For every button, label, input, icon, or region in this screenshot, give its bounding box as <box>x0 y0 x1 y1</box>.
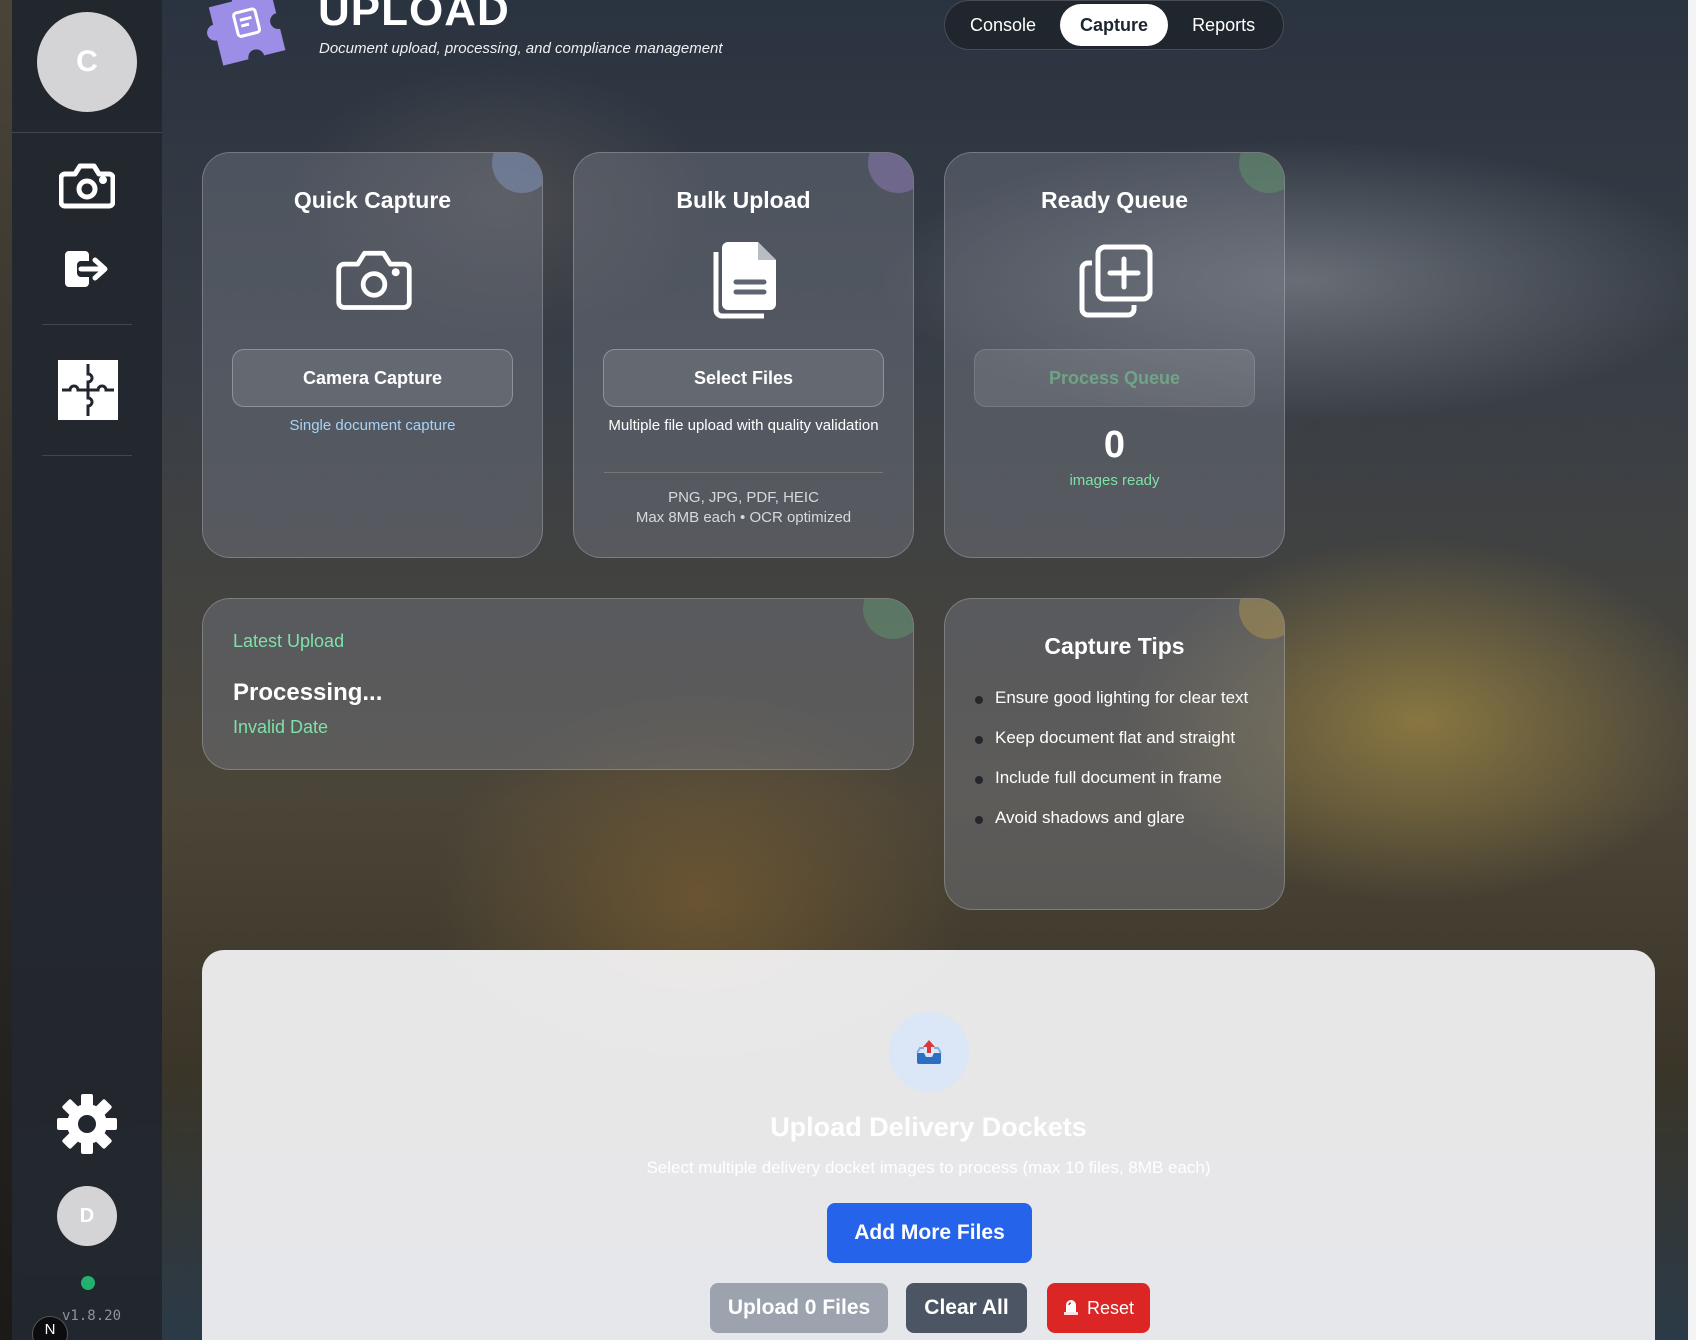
ready-queue-card: Ready Queue Process Queue 0 images ready <box>944 152 1285 558</box>
card-description: Multiple file upload with quality valida… <box>608 417 879 434</box>
latest-upload-status: Processing... <box>233 679 383 706</box>
camera-capture-button[interactable]: Camera Capture <box>232 349 513 407</box>
page-title: UPLOAD <box>318 0 510 35</box>
puzzle-icon[interactable] <box>57 359 119 421</box>
logout-icon[interactable] <box>59 244 115 294</box>
card-title: Bulk Upload <box>676 187 811 213</box>
capture-tips-card: Capture Tips Ensure good lighting for cl… <box>944 598 1285 910</box>
tips-list: Ensure good lighting for clear text Keep… <box>975 685 1264 845</box>
account-avatar[interactable]: C <box>37 12 137 112</box>
add-to-queue-icon <box>1076 241 1156 326</box>
background-right-edge <box>1688 0 1696 1340</box>
camera-icon <box>336 245 412 318</box>
card-description: Single document capture <box>289 417 456 434</box>
clear-all-button[interactable]: Clear All <box>906 1283 1027 1333</box>
files-icon <box>708 238 782 325</box>
upload-dropzone[interactable]: Upload Delivery Dockets Select multiple … <box>202 950 1655 1340</box>
card-title: Quick Capture <box>293 187 452 213</box>
select-files-button[interactable]: Select Files <box>603 349 884 407</box>
view-tabs: Console Capture Reports <box>944 0 1284 50</box>
upload-files-button[interactable]: Upload 0 Files <box>710 1283 888 1333</box>
card-divider <box>604 472 883 473</box>
user-avatar[interactable]: D <box>57 1186 117 1246</box>
list-item: Include full document in frame <box>975 765 1264 790</box>
tab-capture[interactable]: Capture <box>1060 4 1169 46</box>
card-decoration <box>863 599 913 639</box>
supported-formats: PNG, JPG, PDF, HEIC <box>668 489 819 506</box>
latest-upload-date: Invalid Date <box>233 717 329 737</box>
inbox-tray-icon <box>889 1012 969 1092</box>
siren-icon <box>1063 1297 1079 1320</box>
file-limits: Max 8MB each • OCR optimized <box>635 509 852 526</box>
tab-console[interactable]: Console <box>950 4 1056 46</box>
list-item: Ensure good lighting for clear text <box>975 685 1264 710</box>
sidebar-divider <box>42 455 132 456</box>
process-queue-button[interactable]: Process Queue <box>974 349 1255 407</box>
page-subtitle: Document upload, processing, and complia… <box>319 40 723 57</box>
quick-capture-card: Quick Capture Camera Capture Single docu… <box>202 152 543 558</box>
card-title: Ready Queue <box>1041 187 1188 213</box>
gear-icon[interactable] <box>55 1092 119 1156</box>
puzzle-logo-icon <box>205 0 295 71</box>
list-item: Keep document flat and straight <box>975 725 1264 750</box>
upload-subtitle: Select multiple delivery docket images t… <box>646 1158 1211 1177</box>
queue-count-label: images ready <box>1069 472 1160 489</box>
camera-icon[interactable] <box>55 157 119 213</box>
upload-title: Upload Delivery Dockets <box>770 1112 1087 1142</box>
sidebar-divider <box>12 132 162 133</box>
tab-reports[interactable]: Reports <box>1172 4 1275 46</box>
reset-button[interactable]: Reset <box>1047 1283 1150 1333</box>
queue-count: 0 <box>1103 424 1126 466</box>
sidebar-divider <box>42 324 132 325</box>
reset-label: Reset <box>1086 1297 1135 1318</box>
online-status-dot <box>81 1276 95 1290</box>
sidebar: C D v1.8.20 <box>12 0 162 1340</box>
app-version: v1.8.20 <box>62 1308 122 1324</box>
card-title: Capture Tips <box>1044 633 1185 659</box>
latest-upload-card: Latest Upload Processing... Invalid Date <box>202 598 914 770</box>
add-more-files-button[interactable]: Add More Files <box>827 1203 1032 1263</box>
latest-upload-label: Latest Upload <box>233 631 345 651</box>
list-item: Avoid shadows and glare <box>975 805 1264 830</box>
background-edge <box>0 0 12 1340</box>
bulk-upload-card: Bulk Upload Select Files Multiple file u… <box>573 152 914 558</box>
